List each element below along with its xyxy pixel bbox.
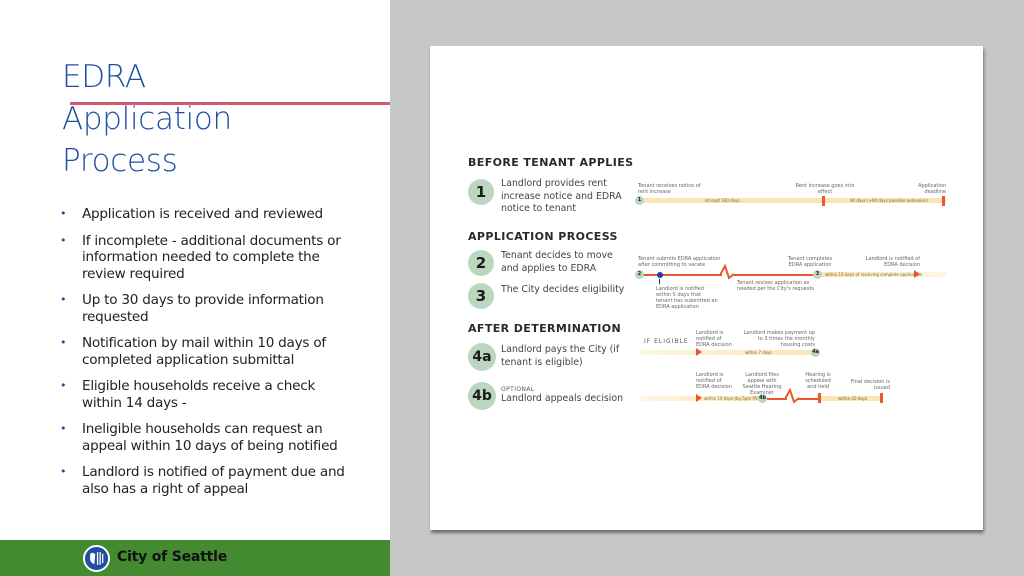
step-badge-2: 2 (468, 250, 494, 276)
step-badge-3: 3 (468, 283, 494, 309)
title-accent-rule (70, 102, 390, 105)
step-badge-4b: 4b (468, 382, 496, 410)
bullet-text: Landlord is notified of payment due and … (82, 464, 345, 497)
optional-tag: OPTIONAL (501, 386, 535, 393)
timeline-duration-label: within 20 days (838, 396, 868, 401)
time-break-icon (785, 388, 799, 404)
step-4a-text: Landlord pays the City (if tenant is eli… (501, 344, 620, 368)
timeline-node-4a: 4a (811, 348, 820, 357)
timeline-label: Rent increase goes into effect (795, 183, 855, 195)
timeline-label: Landlord is notified of EDRA decision (865, 256, 920, 268)
timeline-node-3: 3 (813, 270, 822, 279)
bullet-item: • Landlord is notified of payment due and… (58, 464, 358, 497)
title-line: EDRA (62, 59, 146, 95)
timeline-tick (822, 196, 825, 206)
bullet-item: • Application is received and reviewed (58, 206, 358, 223)
org-name: City of Seattle (117, 549, 228, 565)
timeline-duration-label: within 10 days of receiving complete app… (825, 272, 923, 277)
bullet-item: • Up to 30 days to provide information re… (58, 292, 358, 325)
timeline-label: Tenant receives notice of rent increase (638, 183, 701, 195)
footer-bar: City of Seattle (0, 540, 390, 576)
timeline-note: Landlord is notified within 5 days that … (656, 286, 718, 310)
timeline-node-2: 2 (635, 270, 644, 279)
step-badge-1: 1 (468, 179, 494, 205)
timeline-line (733, 274, 815, 276)
timeline-label: Application deadline (918, 183, 946, 195)
timeline-node-1: 1 (635, 196, 644, 205)
time-break-icon (720, 264, 734, 280)
bullet-icon: • (60, 379, 67, 392)
city-of-seattle-logo-icon (83, 545, 110, 572)
step-3-text: The City decides eligibility (501, 284, 625, 295)
marker-stem (659, 279, 660, 284)
timeline-line (767, 398, 787, 400)
timeline-node-4b: 4b (758, 394, 767, 403)
section-heading-application-process: APPLICATION PROCESS (468, 230, 618, 243)
timeline-label: Landlord is notified of EDRA decision (696, 372, 732, 390)
bullet-item: • If incomplete - additional documents or… (58, 233, 358, 283)
timeline-label: Tenant submits EDRA application after co… (638, 256, 721, 268)
bullet-icon: • (60, 293, 67, 306)
bullet-text: Eligible households receive a check with… (82, 378, 316, 411)
timeline-duration-label: 90 days (+90 days possible extension) (850, 198, 928, 203)
arrow-right-icon (696, 394, 702, 402)
bullet-text: Up to 30 days to provide information req… (82, 292, 324, 325)
bullet-text: Notification by mail within 10 days of c… (82, 335, 326, 368)
timeline-label: Tenant completes EDRA application (787, 256, 833, 268)
edra-process-diagram: BEFORE TENANT APPLIES 1 Landlord provide… (430, 46, 983, 530)
slide-text-panel: EDRA Application Process • Application is… (0, 0, 390, 576)
bullet-item: • Ineligible households can request an ap… (58, 421, 358, 454)
timeline-tick (880, 393, 883, 403)
title-line: Process (62, 143, 178, 179)
bullet-icon: • (60, 465, 67, 478)
arrow-right-icon (914, 270, 920, 278)
section-heading-before-tenant-applies: BEFORE TENANT APPLIES (468, 156, 634, 169)
bullet-icon: • (60, 207, 67, 220)
bullet-list: • Application is received and reviewed • I… (58, 206, 358, 507)
timeline-label: Landlord is notified of EDRA decision (696, 330, 732, 348)
timeline-duration-label: within 7 days (745, 350, 772, 355)
timeline-note: Tenant revises application as needed per… (737, 280, 815, 292)
bullet-text: If incomplete - additional documents or … (82, 232, 341, 282)
step-1-text: Landlord provides rent increase notice a… (501, 178, 622, 214)
bullet-icon: • (60, 233, 67, 247)
section-heading-after-determination: AFTER DETERMINATION (468, 322, 622, 335)
timeline-duration-label: within 10 days (by 5pm PST) (704, 396, 762, 401)
image-panel: BEFORE TENANT APPLIES 1 Landlord provide… (390, 0, 1024, 576)
landlord-notified-marker (657, 272, 663, 278)
slide-title: EDRA Application Process (62, 56, 232, 182)
step-2-text: Tenant decides to move and applies to ED… (501, 250, 613, 274)
timeline-tick (942, 196, 945, 206)
timeline-duration-label: at least 180 days (705, 198, 740, 203)
bullet-icon: • (60, 422, 67, 435)
bullet-item: • Notification by mail within 10 days of … (58, 335, 358, 368)
bullet-text: Ineligible households can request an app… (82, 421, 338, 454)
step-4b-label: Landlord appeals decision (501, 393, 624, 404)
timeline-label: Landlord makes payment up to 3 times the… (743, 330, 816, 348)
timeline-label: Hearing is scheduled and held (805, 372, 831, 390)
step-badge-4a: 4a (468, 343, 496, 371)
timeline-label: Landlord files appeal with Seattle Heari… (742, 372, 782, 396)
step-4b-text: OPTIONAL Landlord appeals decision (501, 386, 631, 406)
timeline-bar (640, 350, 818, 355)
bullet-item: • Eligible households receive a check wit… (58, 378, 358, 411)
timeline-line (798, 398, 820, 400)
timeline-line (640, 274, 722, 276)
arrow-right-icon (696, 348, 702, 356)
if-eligible-label: IF ELIGIBLE (644, 338, 689, 345)
bullet-text: Application is received and reviewed (82, 206, 323, 222)
timeline-label: Final decision is issued (850, 379, 890, 391)
bullet-icon: • (60, 336, 67, 349)
